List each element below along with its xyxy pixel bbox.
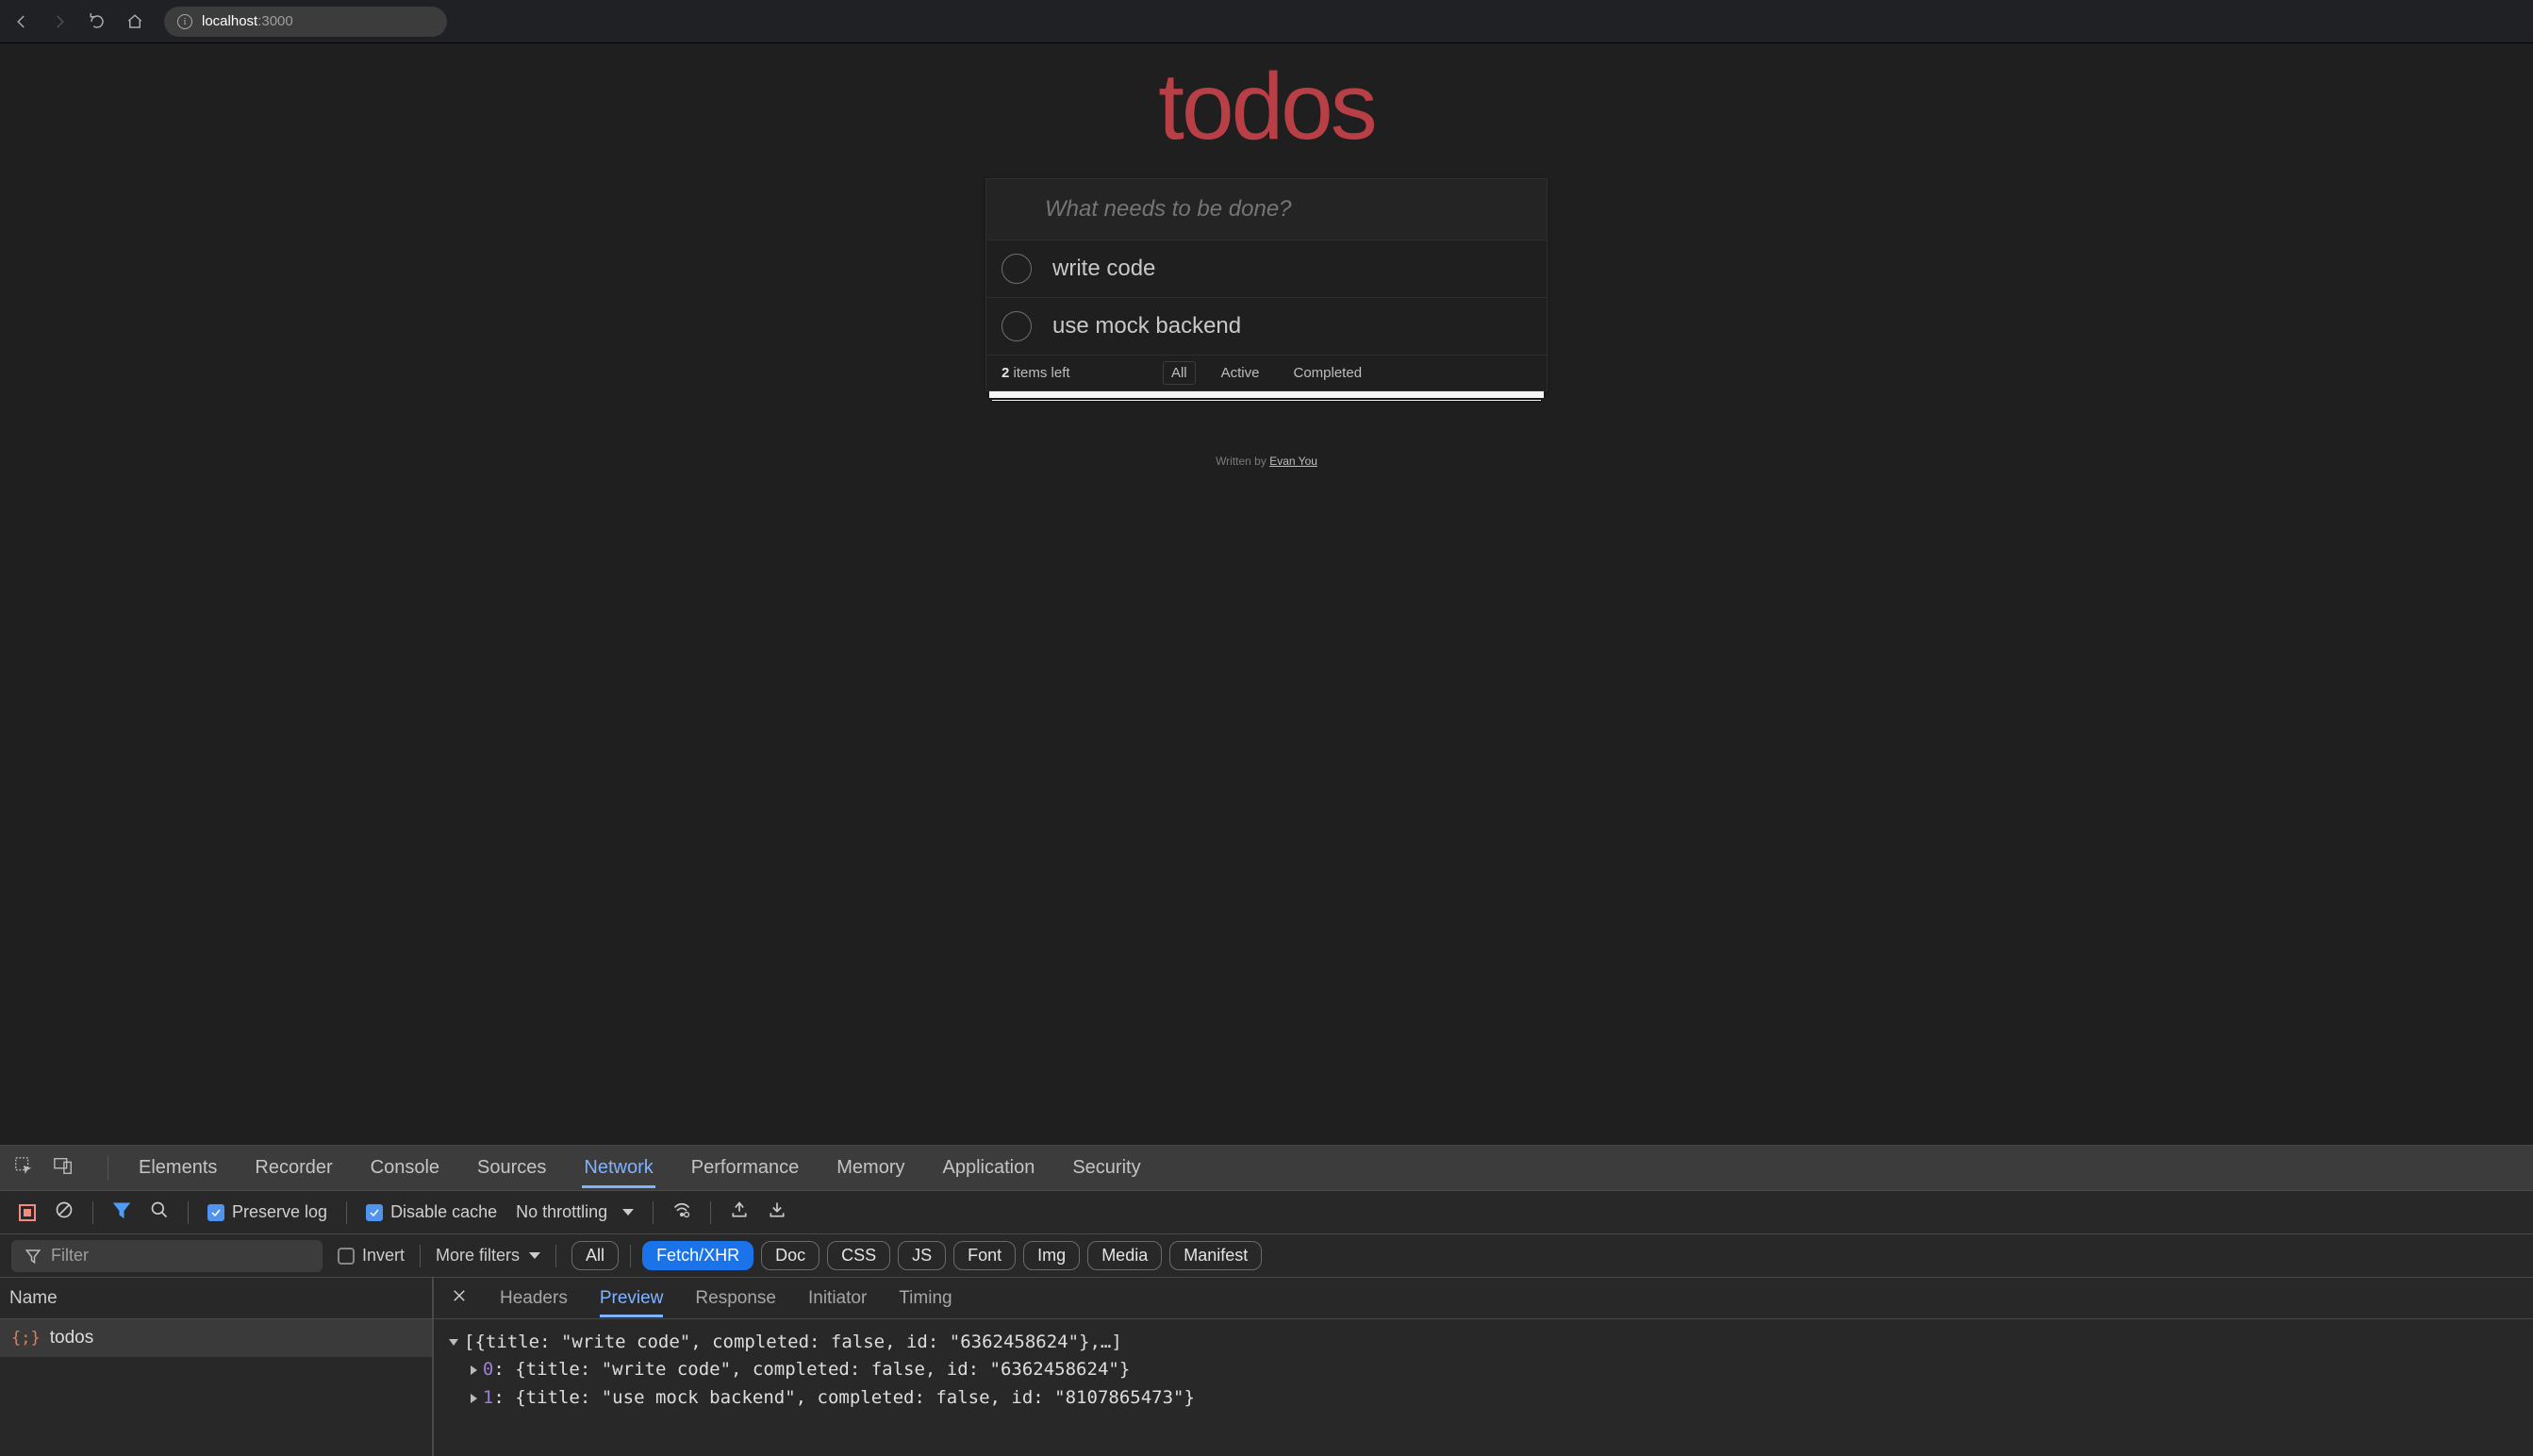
author-link[interactable]: Evan You <box>1269 455 1317 468</box>
toggle-complete-icon[interactable] <box>1002 254 1032 284</box>
throttling-dropdown[interactable]: No throttling <box>516 1202 634 1222</box>
request-name: todos <box>50 1328 93 1348</box>
import-har-icon[interactable] <box>768 1200 786 1224</box>
tab-memory[interactable]: Memory <box>835 1148 906 1188</box>
tab-recorder[interactable]: Recorder <box>253 1148 334 1188</box>
type-pill-manifest[interactable]: Manifest <box>1169 1241 1262 1270</box>
chevron-down-icon <box>529 1252 540 1259</box>
separator <box>188 1201 189 1224</box>
network-content: Name {;} todos Headers Preview Response … <box>0 1278 2533 1456</box>
filter-active[interactable]: Active <box>1213 361 1268 385</box>
expand-icon[interactable] <box>471 1365 477 1375</box>
preserve-log-checkbox[interactable]: Preserve log <box>207 1202 327 1222</box>
tab-console[interactable]: Console <box>369 1148 441 1188</box>
invert-checkbox[interactable]: Invert <box>338 1246 405 1266</box>
tab-elements[interactable]: Elements <box>137 1148 219 1188</box>
todo-list: write code use mock backend <box>986 240 1547 355</box>
type-pill-doc[interactable]: Doc <box>761 1241 820 1270</box>
back-button[interactable] <box>6 6 38 38</box>
todo-item-label: write code <box>1052 256 1155 282</box>
more-filters-dropdown[interactable]: More filters <box>436 1246 540 1266</box>
separator <box>653 1201 654 1224</box>
tab-network[interactable]: Network <box>582 1148 654 1188</box>
new-todo-wrap <box>986 179 1547 240</box>
type-pill-js[interactable]: JS <box>898 1241 946 1270</box>
filter-all[interactable]: All <box>1163 361 1196 385</box>
tab-sources[interactable]: Sources <box>475 1148 548 1188</box>
page-title: todos <box>1158 53 1375 161</box>
detail-tab-timing[interactable]: Timing <box>899 1280 952 1317</box>
tree-root[interactable]: [{title: "write code", completed: false,… <box>449 1329 2518 1356</box>
export-har-icon[interactable] <box>730 1200 749 1224</box>
expand-icon[interactable] <box>471 1394 477 1403</box>
filter-group: All Active Completed <box>1163 361 1370 385</box>
collapse-icon[interactable] <box>449 1339 458 1346</box>
app-credits: Written by Evan You <box>1216 455 1317 468</box>
request-detail-pane: Headers Preview Response Initiator Timin… <box>434 1278 2533 1456</box>
type-pill-css[interactable]: CSS <box>827 1241 890 1270</box>
url-text: localhost:3000 <box>202 13 293 29</box>
network-conditions-icon[interactable] <box>672 1200 691 1224</box>
reload-button[interactable] <box>81 6 113 38</box>
detail-tab-headers[interactable]: Headers <box>500 1280 568 1317</box>
filter-input[interactable]: Filter <box>11 1240 323 1272</box>
devtools-tab-strip: Elements Recorder Console Sources Networ… <box>0 1146 2533 1191</box>
todo-item-label: use mock backend <box>1052 313 1241 339</box>
tab-application[interactable]: Application <box>941 1148 1037 1188</box>
type-filter-pills: All Fetch/XHR Doc CSS JS Font Img Media … <box>571 1241 1262 1270</box>
tab-security[interactable]: Security <box>1070 1148 1142 1188</box>
search-icon[interactable] <box>150 1200 169 1224</box>
todo-item[interactable]: write code <box>986 240 1547 298</box>
todo-item[interactable]: use mock backend <box>986 298 1547 355</box>
separator <box>555 1245 556 1267</box>
device-toolbar-icon[interactable] <box>53 1155 74 1182</box>
clear-button[interactable] <box>55 1200 74 1224</box>
network-toolbar: Preserve log Disable cache No throttling <box>0 1191 2533 1234</box>
todo-footer: 2 items left All Active Completed clear <box>986 355 1547 390</box>
tree-item[interactable]: 1: {title: "use mock backend", completed… <box>449 1384 2518 1412</box>
todo-app: write code use mock backend 2 items left… <box>985 178 1548 391</box>
tree-item[interactable]: 0: {title: "write code", completed: fals… <box>449 1356 2518 1383</box>
request-row[interactable]: {;} todos <box>0 1319 432 1357</box>
card-shadow <box>989 391 1544 398</box>
record-button[interactable] <box>19 1204 36 1221</box>
page-viewport: todos write code use mock backend 2 item… <box>0 43 2533 1145</box>
detail-tab-strip: Headers Preview Response Initiator Timin… <box>434 1278 2533 1319</box>
detail-tab-response[interactable]: Response <box>695 1280 776 1317</box>
chevron-down-icon <box>622 1209 634 1216</box>
separator <box>710 1201 711 1224</box>
type-pill-img[interactable]: Img <box>1023 1241 1080 1270</box>
browser-toolbar: i localhost:3000 <box>0 0 2533 43</box>
type-pill-font[interactable]: Font <box>953 1241 1016 1270</box>
items-left-count: 2 items left <box>1002 365 1070 381</box>
close-detail-button[interactable] <box>451 1287 468 1310</box>
detail-tab-initiator[interactable]: Initiator <box>808 1280 867 1317</box>
disable-cache-checkbox[interactable]: Disable cache <box>366 1202 497 1222</box>
address-bar[interactable]: i localhost:3000 <box>164 7 447 37</box>
filter-toggle-icon[interactable] <box>112 1200 131 1224</box>
column-header-name[interactable]: Name <box>0 1278 432 1319</box>
home-button[interactable] <box>119 6 151 38</box>
separator <box>92 1201 93 1224</box>
separator <box>346 1201 347 1224</box>
preview-tree[interactable]: [{title: "write code", completed: false,… <box>434 1319 2533 1456</box>
tab-performance[interactable]: Performance <box>689 1148 802 1188</box>
site-info-icon[interactable]: i <box>177 14 192 29</box>
separator <box>630 1245 631 1267</box>
devtools-panel: Elements Recorder Console Sources Networ… <box>0 1145 2533 1456</box>
detail-tab-preview[interactable]: Preview <box>600 1280 664 1317</box>
inspect-element-icon[interactable] <box>13 1155 34 1182</box>
filter-completed[interactable]: Completed <box>1284 361 1370 385</box>
type-pill-fetch-xhr[interactable]: Fetch/XHR <box>642 1241 753 1270</box>
type-pill-media[interactable]: Media <box>1087 1241 1162 1270</box>
separator <box>420 1245 421 1267</box>
json-file-icon: {;} <box>11 1329 41 1348</box>
toggle-complete-icon[interactable] <box>1002 311 1032 341</box>
new-todo-input[interactable] <box>986 179 1547 240</box>
request-list: Name {;} todos <box>0 1278 434 1456</box>
forward-button[interactable] <box>43 6 75 38</box>
network-filter-row: Filter Invert More filters All Fetch/XHR… <box>0 1234 2533 1278</box>
type-pill-all[interactable]: All <box>571 1241 619 1270</box>
